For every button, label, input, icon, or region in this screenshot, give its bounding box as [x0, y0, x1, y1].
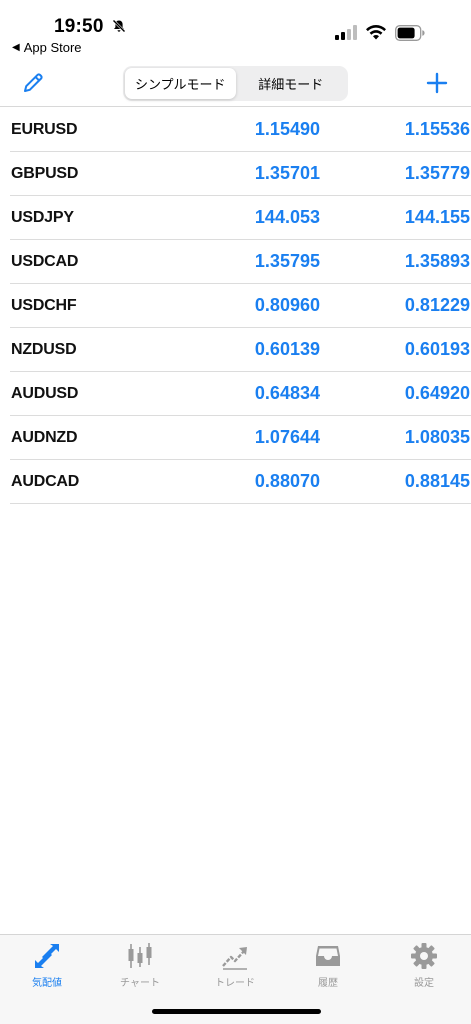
quote-row-gbpusd[interactable]: GBPUSD 1.35701 1.35779 [10, 152, 471, 196]
ask-price: 1.15536 [404, 119, 470, 139]
bid-price: 0.64834 [254, 383, 320, 403]
tab-label: 気配値 [32, 978, 62, 989]
bid-price: 1.07644 [254, 427, 320, 447]
tab-trade[interactable]: トレード [205, 941, 265, 989]
back-triangle-icon: ◀ [12, 42, 20, 53]
settings-gear-icon [411, 943, 437, 969]
quote-row-usdjpy[interactable]: USDJPY 144.053 144.155 [10, 196, 471, 240]
bid-price: 1.35701 [254, 163, 320, 183]
symbol-label: USDCAD [11, 253, 79, 270]
plus-icon[interactable] [424, 70, 450, 96]
bid-price: 0.80960 [254, 295, 320, 315]
status-bar: 19:50 ◀ App Store [0, 0, 471, 60]
symbol-label: AUDUSD [11, 385, 79, 402]
symbol-label: AUDCAD [11, 473, 80, 490]
segment-detailed-mode[interactable]: 詳細モード [236, 68, 347, 99]
home-indicator [152, 1009, 321, 1014]
mode-segmented-control: シンプルモード 詳細モード [123, 66, 348, 101]
symbol-label: AUDNZD [11, 429, 78, 446]
back-app-label: App Store [23, 40, 82, 55]
ask-price: 1.35779 [404, 163, 470, 183]
ask-price: 1.35893 [404, 251, 470, 271]
quote-row-audcad[interactable]: AUDCAD 0.88070 0.88145 [10, 460, 471, 504]
symbol-label: GBPUSD [11, 165, 79, 182]
segment-simple-mode[interactable]: シンプルモード [125, 68, 236, 99]
quotes-arrows-icon [35, 944, 59, 968]
tab-label: 設定 [414, 978, 434, 989]
tab-settings[interactable]: 設定 [394, 941, 454, 989]
symbol-label: NZDUSD [11, 341, 77, 358]
pencil-icon[interactable] [20, 70, 46, 96]
wifi-icon [366, 24, 386, 40]
quote-row-audusd[interactable]: AUDUSD 0.64834 0.64920 [10, 372, 471, 416]
bid-price: 144.053 [254, 207, 320, 227]
bid-price: 1.35795 [254, 251, 320, 271]
ask-price: 0.64920 [404, 383, 470, 403]
quote-row-eurusd[interactable]: EURUSD 1.15490 1.15536 [10, 108, 471, 152]
ask-price: 0.81229 [404, 295, 470, 315]
ask-price: 144.155 [404, 207, 470, 227]
battery-icon [395, 25, 425, 41]
quote-row-usdchf[interactable]: USDCHF 0.80960 0.81229 [10, 284, 471, 328]
symbol-label: EURUSD [11, 121, 78, 138]
history-inbox-icon [316, 946, 340, 966]
symbol-label: USDCHF [11, 297, 77, 314]
bid-price: 0.88070 [254, 471, 320, 491]
candlestick-chart-icon [128, 943, 152, 968]
navigation-bar: シンプルモード 詳細モード [0, 60, 471, 107]
trade-trend-icon [222, 947, 247, 970]
bid-price: 0.60139 [254, 339, 320, 359]
quote-row-audnzd[interactable]: AUDNZD 1.07644 1.08035 [10, 416, 471, 460]
quote-row-usdcad[interactable]: USDCAD 1.35795 1.35893 [10, 240, 471, 284]
bell-slash-icon [112, 19, 126, 33]
quote-list: EURUSD 1.15490 1.15536 GBPUSD 1.35701 1.… [0, 108, 471, 504]
ask-price: 0.60193 [404, 339, 470, 359]
tab-label: 履歴 [318, 978, 338, 989]
tab-label: チャート [120, 978, 160, 989]
symbol-label: USDJPY [11, 209, 74, 226]
back-to-app-store[interactable]: ◀ App Store [12, 40, 82, 55]
tab-label: トレード [215, 978, 255, 989]
status-time: 19:50 [54, 16, 104, 37]
bid-price: 1.15490 [254, 119, 320, 139]
cellular-signal-icon [335, 25, 357, 40]
ask-price: 1.08035 [404, 427, 470, 447]
ask-price: 0.88145 [404, 471, 470, 491]
tab-quotes[interactable]: 気配値 [17, 941, 77, 989]
quote-row-nzdusd[interactable]: NZDUSD 0.60139 0.60193 [10, 328, 471, 372]
tab-chart[interactable]: チャート [110, 941, 170, 989]
tab-history[interactable]: 履歴 [298, 941, 358, 989]
